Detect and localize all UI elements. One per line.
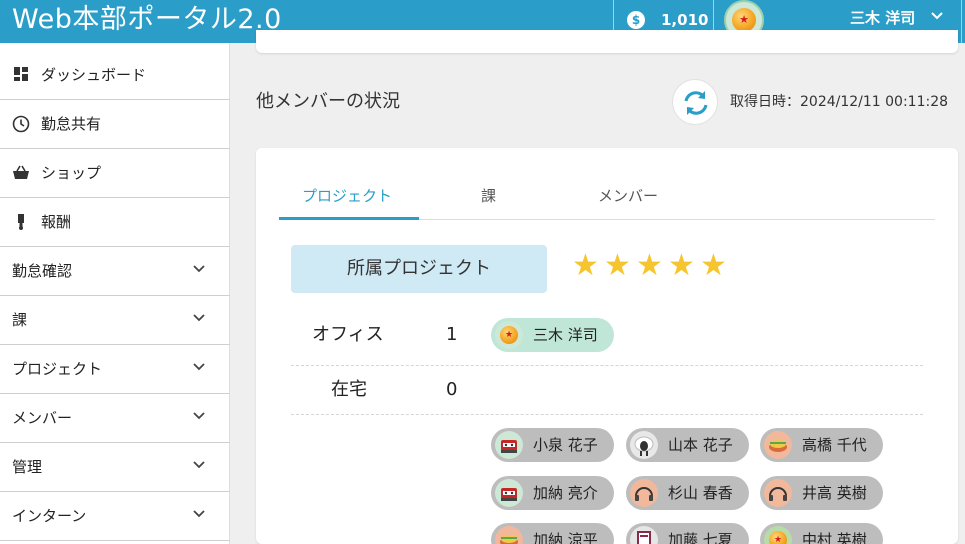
sidebar-item-label: 課 xyxy=(12,311,28,329)
avatar xyxy=(495,526,523,544)
header-divider xyxy=(961,0,962,43)
member-chip[interactable]: 加藤 七夏 xyxy=(626,523,749,544)
avatar xyxy=(495,479,523,507)
row-divider xyxy=(291,414,923,415)
sidebar: ダッシュボード 勤怠共有 ショップ 報酬 勤怠確認 課 プロジェクト メンバー … xyxy=(0,43,230,544)
chevron-down-icon xyxy=(192,357,206,383)
sidebar-item-label: 管理 xyxy=(12,458,43,476)
sidebar-item-label: 報酬 xyxy=(41,213,72,231)
basket-icon xyxy=(12,164,30,182)
sidebar-item-label: 勤怠確認 xyxy=(12,262,73,280)
member-chip[interactable]: 山本 花子 xyxy=(626,428,749,462)
star-icon: ★ xyxy=(700,248,727,283)
star-icon: ★ xyxy=(604,248,631,283)
sidebar-item-label: メンバー xyxy=(12,409,73,427)
member-name: 加納 涼平 xyxy=(533,531,598,544)
sidebar-item-project[interactable]: プロジェクト xyxy=(0,345,230,394)
office-label: オフィス xyxy=(312,324,384,345)
previous-card xyxy=(256,30,958,53)
dashboard-icon xyxy=(12,66,30,84)
member-name: 加納 亮介 xyxy=(533,484,598,502)
avatar xyxy=(630,479,658,507)
avatar xyxy=(495,431,523,459)
sidebar-item-label: 勤怠共有 xyxy=(41,115,102,133)
member-name: 三木 洋司 xyxy=(533,326,598,344)
avatar xyxy=(764,479,792,507)
sidebar-item-members[interactable]: メンバー xyxy=(0,394,230,443)
sidebar-item-label: ダッシュボード xyxy=(41,66,147,84)
sidebar-item-reward[interactable]: 報酬 xyxy=(0,198,230,247)
avatar xyxy=(764,431,792,459)
refresh-icon xyxy=(673,91,719,130)
chevron-down-icon[interactable] xyxy=(930,6,944,31)
sidebar-item-section[interactable]: 課 xyxy=(0,296,230,345)
project-label: 所属プロジェクト xyxy=(347,258,491,279)
member-name: 小泉 花子 xyxy=(533,436,598,454)
points-value: 1,010 xyxy=(661,11,709,29)
member-name: 井高 英樹 xyxy=(802,484,867,502)
star-icon: ★ xyxy=(668,248,695,283)
active-tab-indicator xyxy=(279,217,419,220)
medal-icon xyxy=(12,213,30,231)
star-icon: ★ xyxy=(572,248,599,283)
member-name: 杉山 春香 xyxy=(668,484,733,502)
row-divider xyxy=(291,365,923,366)
tab-members[interactable]: メンバー xyxy=(598,186,658,206)
sidebar-item-label: プロジェクト xyxy=(12,360,103,378)
sidebar-item-attendance-check[interactable]: 勤怠確認 xyxy=(0,247,230,296)
chevron-down-icon xyxy=(192,308,206,334)
member-chip[interactable]: ★ 三木 洋司 xyxy=(491,318,614,352)
chevron-down-icon xyxy=(192,455,206,481)
avatar: ★ xyxy=(764,526,792,544)
member-chip[interactable]: 杉山 春香 xyxy=(626,476,749,510)
project-label-box: 所属プロジェクト xyxy=(291,245,547,293)
section-title: 他メンバーの状況 xyxy=(256,91,400,112)
avatar: ★ xyxy=(495,321,523,349)
chevron-down-icon xyxy=(192,504,206,530)
avatar xyxy=(630,431,658,459)
user-name[interactable]: 三木 洋司 xyxy=(850,8,915,28)
acquired-timestamp: 取得日時：2024/12/11 00:11:28 xyxy=(730,94,949,110)
sidebar-item-label: ショップ xyxy=(41,164,102,182)
sidebar-item-intern[interactable]: インターン xyxy=(0,492,230,541)
remote-count: 0 xyxy=(446,379,458,400)
member-name: 高橋 千代 xyxy=(802,436,867,454)
clock-icon xyxy=(12,115,30,133)
member-name: 中村 英樹 xyxy=(802,531,867,544)
app-title[interactable]: Web本部ポータル2.0 xyxy=(12,2,282,38)
refresh-button[interactable] xyxy=(672,79,718,125)
sidebar-item-dashboard[interactable]: ダッシュボード xyxy=(0,51,230,100)
tab-project[interactable]: プロジェクト xyxy=(302,186,392,206)
orb-icon: ★ xyxy=(500,326,518,344)
sidebar-item-shop[interactable]: ショップ xyxy=(0,149,230,198)
chevron-down-icon xyxy=(192,259,206,285)
tab-section[interactable]: 課 xyxy=(481,186,496,206)
star-icon: ★ xyxy=(636,248,663,283)
sidebar-item-label: インターン xyxy=(12,507,87,525)
member-chip[interactable]: 加納 亮介 xyxy=(491,476,614,510)
remote-label: 在宅 xyxy=(331,379,367,400)
avatar xyxy=(630,526,658,544)
sidebar-item-admin[interactable]: 管理 xyxy=(0,443,230,492)
orb-icon: ★ xyxy=(732,8,756,32)
coin-icon: $ xyxy=(627,11,645,29)
member-name: 山本 花子 xyxy=(668,436,733,454)
member-chip[interactable]: ★ 中村 英樹 xyxy=(760,523,883,544)
member-chip[interactable]: 井高 英樹 xyxy=(760,476,883,510)
member-chip[interactable]: 加納 涼平 xyxy=(491,523,614,544)
member-name: 加藤 七夏 xyxy=(668,531,733,544)
member-chip[interactable]: 高橋 千代 xyxy=(760,428,883,462)
office-count: 1 xyxy=(446,324,458,345)
orb-icon: ★ xyxy=(769,531,787,544)
chevron-down-icon xyxy=(192,406,206,432)
member-chip[interactable]: 小泉 花子 xyxy=(491,428,614,462)
sidebar-item-attendance-share[interactable]: 勤怠共有 xyxy=(0,100,230,149)
